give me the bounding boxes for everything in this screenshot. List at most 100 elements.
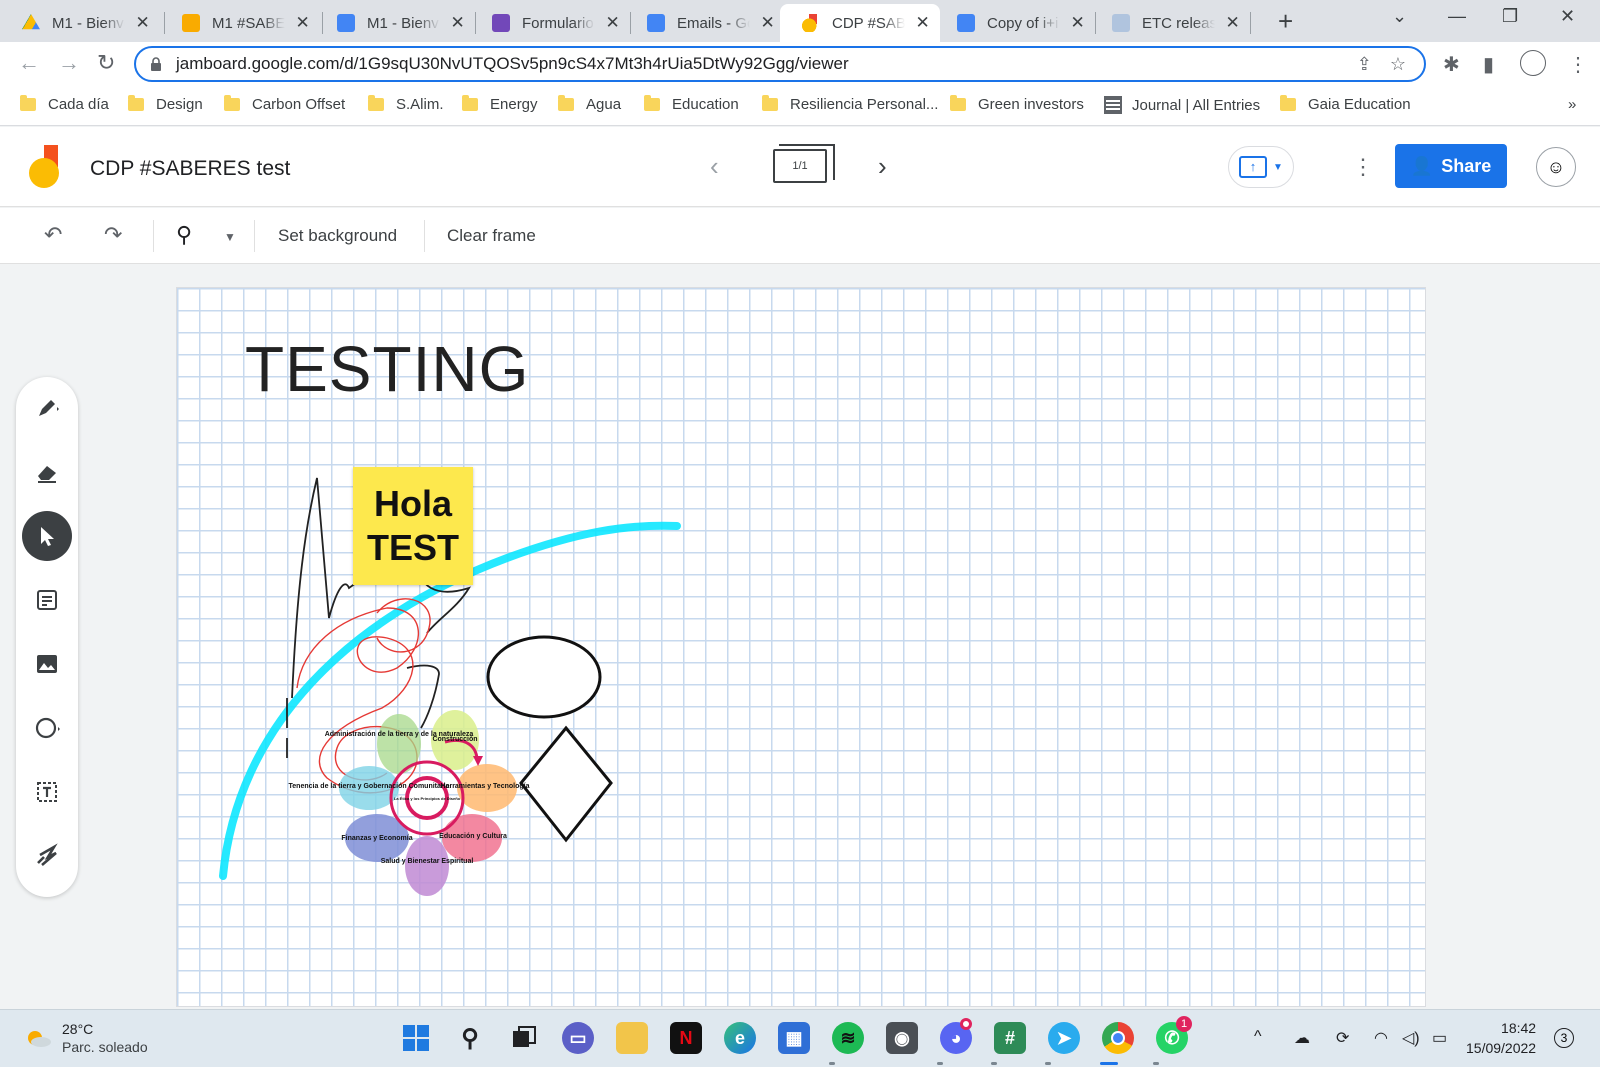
edge-browser-icon[interactable]: e (724, 1022, 756, 1054)
browser-menu-icon[interactable]: ⋮ (1568, 52, 1588, 77)
next-frame-button[interactable]: › (878, 151, 887, 182)
pen-tool-button[interactable] (22, 383, 72, 433)
zoom-icon[interactable]: ⚲ (176, 222, 192, 248)
close-tab-icon[interactable]: ✕ (760, 13, 775, 33)
teams-chat-icon[interactable]: ▭ (562, 1022, 594, 1054)
person-add-icon: 👤 (1410, 155, 1434, 176)
bookmark-folder[interactable]: Green investors (950, 95, 1084, 113)
close-tab-icon[interactable]: ✕ (135, 13, 150, 33)
notification-center-button[interactable]: 3 (1554, 1028, 1574, 1048)
bookmark-folder[interactable]: Design (128, 95, 203, 113)
select-tool-button[interactable] (22, 511, 72, 561)
new-tab-button[interactable]: + (1278, 6, 1293, 37)
profile-avatar[interactable] (1520, 50, 1546, 76)
sync-icon[interactable]: ⟳ (1336, 1028, 1349, 1048)
image-tool-button[interactable] (22, 639, 72, 689)
bookmark-folder[interactable]: Agua (558, 95, 621, 113)
forward-button[interactable]: → (58, 50, 80, 76)
sticky-note-tool-button[interactable] (22, 575, 72, 625)
back-button[interactable]: ← (18, 50, 40, 76)
side-panel-icon[interactable]: ▮ (1483, 52, 1494, 77)
restore-button[interactable]: ❐ (1502, 6, 1518, 27)
tab-search-icon[interactable]: ⌄ (1392, 6, 1407, 27)
bookmark-folder[interactable]: Carbon Offset (224, 95, 345, 113)
previous-frame-button[interactable]: ‹ (710, 151, 719, 182)
present-button[interactable]: ↑ ▼ (1228, 146, 1294, 188)
redo-icon[interactable]: ↷ (104, 222, 122, 248)
extensions-icon[interactable]: ✱ (1443, 52, 1460, 77)
share-page-icon[interactable]: ⇪ (1357, 54, 1372, 75)
wifi-icon[interactable]: ◠ (1374, 1028, 1388, 1048)
weather-condition: Parc. soleado (62, 1039, 148, 1055)
browser-tab[interactable]: Formulario ✕ (470, 4, 630, 42)
chrome-icon[interactable] (1102, 1022, 1134, 1054)
weather-widget[interactable]: 28°C Parc. soleado (24, 1020, 148, 1056)
search-icon[interactable]: ⚲ (454, 1022, 486, 1054)
volume-icon[interactable]: ◁) (1402, 1028, 1420, 1048)
frame-bar-toggle[interactable]: 1/1 (773, 144, 835, 183)
close-tab-icon[interactable]: ✕ (450, 13, 465, 33)
microsoft-store-icon[interactable]: ▦ (778, 1022, 810, 1054)
bookmark-link[interactable]: Journal | All Entries (1104, 96, 1260, 114)
slack-icon[interactable]: # (994, 1022, 1026, 1054)
browser-tab[interactable]: M1 - Bienve ✕ (0, 4, 160, 42)
bookmarks-bar: Cada día Design Carbon Offset S.Alim. En… (0, 86, 1600, 126)
user-avatar[interactable]: ☺ (1536, 147, 1576, 187)
undo-icon[interactable]: ↶ (44, 222, 62, 248)
bookmark-folder[interactable]: Gaia Education (1280, 95, 1411, 113)
share-button[interactable]: 👤 Share (1395, 144, 1507, 188)
bookmarks-overflow-button[interactable]: » (1568, 96, 1576, 113)
browser-tab[interactable]: M1 #SABER ✕ (160, 4, 320, 42)
bookmark-folder[interactable]: S.Alim. (368, 95, 444, 113)
reload-button[interactable]: ↻ (97, 50, 115, 76)
bookmark-folder[interactable]: Education (644, 95, 739, 113)
laser-tool-button[interactable] (22, 831, 72, 881)
netflix-icon[interactable]: N (670, 1022, 702, 1054)
close-tab-icon[interactable]: ✕ (605, 13, 620, 33)
onedrive-icon[interactable]: ☁ (1294, 1028, 1310, 1048)
jam-title[interactable]: CDP #SABERES test (90, 157, 290, 181)
spotify-icon[interactable]: ≋ (832, 1022, 864, 1054)
file-explorer-icon[interactable] (616, 1022, 648, 1054)
bookmark-star-icon[interactable]: ☆ (1390, 54, 1406, 75)
clear-frame-button[interactable]: Clear frame (447, 226, 536, 246)
frame-counter: 1/1 (792, 160, 808, 172)
sticky-note[interactable]: Hola TEST (353, 467, 473, 585)
system-clock[interactable]: 18:42 15/09/2022 (1466, 1018, 1536, 1058)
bookmark-folder[interactable]: Energy (462, 95, 538, 113)
discord-notification-badge (960, 1018, 972, 1030)
browser-tab[interactable]: Emails - Go ✕ (625, 4, 785, 42)
more-options-icon[interactable]: ⋮ (1352, 153, 1374, 181)
address-bar[interactable]: jamboard.google.com/d/1G9sqU30NvUTQOSv5p… (134, 46, 1426, 82)
bookmark-folder[interactable]: Cada día (20, 95, 109, 113)
flower-petal-label: Herramientas y Tecnología (441, 783, 530, 790)
minimize-button[interactable]: — (1448, 6, 1466, 27)
folder-icon (20, 95, 36, 111)
windows-start-icon[interactable] (400, 1022, 432, 1054)
browser-tab[interactable]: ETC release ✕ (1090, 4, 1250, 42)
eraser-tool-button[interactable] (22, 447, 72, 497)
camera-icon[interactable]: ◉ (886, 1022, 918, 1054)
set-background-button[interactable]: Set background (278, 226, 397, 246)
show-hidden-icons-icon[interactable]: ^ (1254, 1028, 1262, 1046)
bookmark-label: Education (672, 96, 739, 113)
jam-canvas[interactable]: TESTING Administración de la tierra y de… (176, 287, 1426, 1007)
browser-tab[interactable]: Copy of i+i ✕ (935, 4, 1095, 42)
browser-tab-active[interactable]: CDP #SABE ✕ (780, 4, 940, 42)
close-tab-icon[interactable]: ✕ (1070, 13, 1085, 33)
close-tab-icon[interactable]: ✕ (915, 13, 930, 33)
shape-tool-button[interactable] (22, 703, 72, 753)
close-tab-icon[interactable]: ✕ (1225, 13, 1240, 33)
task-view-icon[interactable] (508, 1022, 540, 1054)
browser-tab[interactable]: M1 - Bienv ✕ (315, 4, 475, 42)
bookmark-folder[interactable]: Resiliencia Personal... (762, 95, 938, 113)
close-tab-icon[interactable]: ✕ (295, 13, 310, 33)
zoom-dropdown-icon[interactable]: ▼ (224, 230, 236, 244)
close-window-button[interactable]: ✕ (1560, 6, 1575, 27)
telegram-icon[interactable]: ➤ (1048, 1022, 1080, 1054)
jamboard-icon (802, 14, 820, 32)
battery-icon[interactable]: ▭ (1432, 1028, 1447, 1048)
text-box-tool-button[interactable] (22, 767, 72, 817)
forms-icon (492, 14, 510, 32)
tab-title: ETC release (1142, 14, 1216, 32)
